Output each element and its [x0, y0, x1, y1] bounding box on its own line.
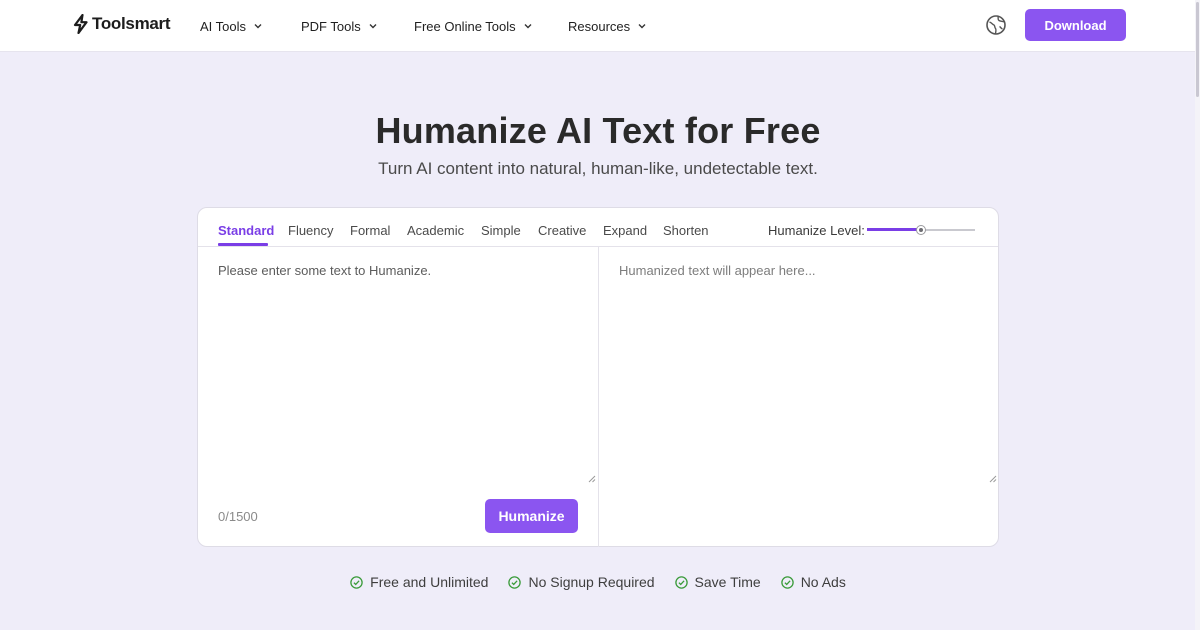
humanizer-card: Standard Fluency Formal Academic Simple …	[197, 207, 999, 547]
check-circle-icon	[674, 575, 688, 589]
brand-logo[interactable]: Toolsmart	[72, 13, 171, 35]
character-count: 0/1500	[218, 509, 258, 524]
download-button[interactable]: Download	[1025, 9, 1126, 41]
feature-item: No Signup Required	[508, 573, 655, 591]
nav-resources[interactable]: Resources	[568, 17, 647, 35]
globe-icon[interactable]	[985, 14, 1007, 36]
scrollbar-thumb[interactable]	[1196, 2, 1199, 97]
slider-thumb[interactable]	[916, 225, 926, 235]
feature-item: Free and Unlimited	[350, 573, 488, 591]
nav-label: Free Online Tools	[414, 18, 516, 34]
page-subtitle: Turn AI content into natural, human-like…	[378, 159, 818, 178]
tab-expand[interactable]: Expand	[603, 223, 647, 238]
chevron-down-icon	[369, 24, 377, 29]
mode-tabs: Standard Fluency Formal Academic Simple …	[198, 208, 998, 247]
nav-label: AI Tools	[200, 18, 247, 34]
feature-label: No Signup Required	[528, 574, 655, 590]
check-circle-icon	[350, 575, 363, 589]
chevron-down-icon	[254, 24, 262, 29]
nav-ai-tools[interactable]: AI Tools	[200, 17, 263, 35]
nav-free-online-tools[interactable]: Free Online Tools	[414, 17, 533, 35]
nav-label: Resources	[568, 18, 631, 34]
nav-label: PDF Tools	[301, 18, 361, 34]
input-text-area[interactable]	[198, 248, 598, 484]
feature-item: No Ads	[780, 573, 846, 591]
slider-fill	[867, 228, 921, 231]
top-header: Toolsmart AI Tools PDF Tools Free Online…	[0, 0, 1200, 52]
humanize-button[interactable]: Humanize	[485, 499, 578, 533]
tab-creative[interactable]: Creative	[538, 223, 586, 238]
resize-handle-icon[interactable]	[989, 475, 997, 483]
chevron-down-icon	[638, 24, 646, 29]
tab-standard[interactable]: Standard	[218, 223, 274, 238]
page-title: Humanize AI Text for Free	[375, 110, 821, 151]
brand-name: Toolsmart	[92, 14, 171, 33]
tab-academic[interactable]: Academic	[407, 223, 464, 238]
humanize-level-slider[interactable]	[867, 225, 975, 235]
check-circle-icon	[508, 575, 522, 589]
feature-label: Free and Unlimited	[370, 574, 489, 590]
resize-handle-icon[interactable]	[588, 475, 596, 483]
active-tab-indicator	[218, 243, 268, 246]
page-scrollbar[interactable]	[1195, 0, 1200, 630]
output-text-area[interactable]	[599, 248, 999, 484]
tab-fluency[interactable]: Fluency	[288, 223, 334, 238]
tab-formal[interactable]: Formal	[350, 223, 390, 238]
lightning-bolt-icon	[73, 14, 88, 34]
feature-list: Free and Unlimited No Signup Required Sa…	[0, 573, 1196, 591]
feature-label: No Ads	[800, 574, 846, 590]
nav-pdf-tools[interactable]: PDF Tools	[301, 17, 378, 35]
feature-label: Save Time	[694, 574, 761, 590]
chevron-down-icon	[524, 24, 532, 29]
check-circle-icon	[780, 575, 794, 589]
tab-shorten[interactable]: Shorten	[663, 223, 709, 238]
feature-item: Save Time	[674, 573, 761, 591]
tab-simple[interactable]: Simple	[481, 223, 521, 238]
humanize-level-label: Humanize Level:	[768, 223, 865, 238]
